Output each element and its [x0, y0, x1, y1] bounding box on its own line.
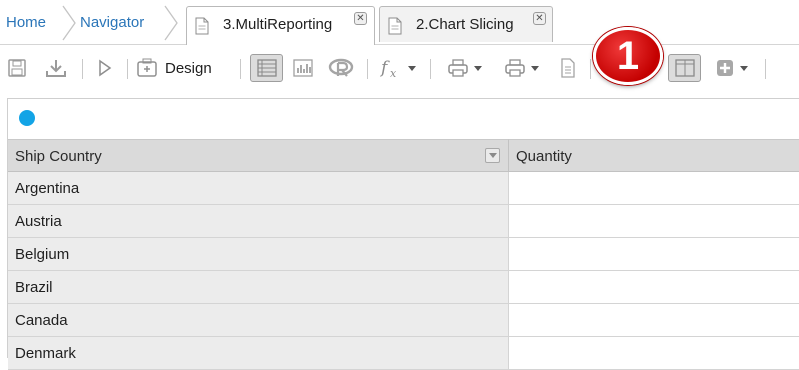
- chart-view-icon: [292, 58, 314, 78]
- print-icon: [447, 58, 469, 78]
- export-icon: [504, 58, 526, 78]
- column-header-ship-country[interactable]: Ship Country: [8, 139, 509, 172]
- chevron-down-icon: [530, 65, 539, 71]
- column-header-quantity[interactable]: Quantity: [509, 139, 799, 172]
- table-row[interactable]: Denmark: [8, 337, 799, 370]
- run-icon: [98, 59, 112, 77]
- chevron-down-icon: [739, 65, 748, 71]
- save-icon: [7, 58, 27, 78]
- annotation-badge: 1: [593, 27, 663, 85]
- design-button[interactable]: Design: [136, 54, 228, 82]
- report-grid: Ship Country Quantity Argentina Austria …: [7, 98, 799, 370]
- cell-text: Brazil: [15, 279, 53, 296]
- split-view-icon: [674, 58, 696, 78]
- design-icon: [136, 58, 158, 78]
- toolbar-divider: [430, 59, 431, 79]
- run-button[interactable]: [93, 54, 117, 82]
- ship-country-cell[interactable]: Canada: [8, 304, 509, 337]
- ship-country-cell[interactable]: Denmark: [8, 337, 509, 370]
- cell-text: Denmark: [15, 345, 76, 362]
- save-button[interactable]: [4, 54, 30, 82]
- ship-country-cell[interactable]: Brazil: [8, 271, 509, 304]
- quantity-cell[interactable]: [509, 337, 799, 370]
- ship-country-cell[interactable]: Argentina: [8, 172, 509, 205]
- quantity-cell[interactable]: [509, 238, 799, 271]
- cell-text: Canada: [15, 312, 68, 329]
- table-row[interactable]: Argentina: [8, 172, 799, 205]
- cell-text: Argentina: [15, 180, 80, 197]
- column-header-label: Quantity: [516, 148, 572, 165]
- design-label: Design: [165, 59, 212, 77]
- document-icon: [388, 17, 402, 38]
- column-header-label: Ship Country: [15, 148, 102, 165]
- cell-text: Belgium: [15, 246, 70, 263]
- add-button[interactable]: [708, 54, 754, 82]
- close-tab-icon[interactable]: ✕: [354, 12, 367, 25]
- document-icon: [560, 58, 576, 78]
- download-button[interactable]: [42, 54, 70, 82]
- cell-text: Austria: [15, 213, 62, 230]
- breadcrumb-home[interactable]: Home: [6, 14, 46, 31]
- tab-multireporting[interactable]: 3.MultiReporting ✕: [186, 6, 375, 45]
- filter-dropdown-icon[interactable]: [485, 148, 500, 163]
- document-icon: [195, 17, 209, 38]
- ship-country-cell[interactable]: Belgium: [8, 238, 509, 271]
- quantity-cell[interactable]: [509, 271, 799, 304]
- chart-view-button[interactable]: [289, 54, 317, 82]
- status-dot: [19, 110, 35, 126]
- toolbar-divider: [367, 59, 368, 79]
- svg-text:f: f: [379, 58, 390, 78]
- chevron-down-icon: [473, 65, 482, 71]
- toolbar-divider: [590, 59, 591, 79]
- export-button[interactable]: [498, 54, 544, 82]
- ship-country-cell[interactable]: Austria: [8, 205, 509, 238]
- download-icon: [45, 58, 67, 78]
- formula-button[interactable]: fx: [376, 54, 418, 82]
- quantity-cell[interactable]: [509, 172, 799, 205]
- quantity-cell[interactable]: [509, 205, 799, 238]
- grid-view-icon: [256, 58, 278, 78]
- table-row[interactable]: Belgium: [8, 238, 799, 271]
- tab-bar: Home Navigator 3.MultiReporting ✕ 2.Char…: [0, 0, 799, 45]
- quantity-cell[interactable]: [509, 304, 799, 337]
- r-icon: [328, 58, 354, 78]
- toolbar-divider: [765, 59, 766, 79]
- breadcrumb-separator-icon: [163, 4, 181, 42]
- svg-text:x: x: [390, 67, 397, 79]
- chevron-down-icon: [407, 65, 416, 71]
- table-row[interactable]: Brazil: [8, 271, 799, 304]
- toolbar-divider: [240, 59, 241, 79]
- tab-chart-slicing[interactable]: 2.Chart Slicing ✕: [379, 6, 553, 42]
- table-row[interactable]: Austria: [8, 205, 799, 238]
- table-row[interactable]: Canada: [8, 304, 799, 337]
- breadcrumb-separator-icon: [61, 4, 79, 42]
- split-view-button[interactable]: [668, 54, 701, 82]
- toolbar: Design fx: [0, 45, 799, 91]
- close-tab-icon[interactable]: ✕: [533, 12, 546, 25]
- toolbar-divider: [82, 59, 83, 79]
- document-button[interactable]: [556, 54, 580, 82]
- grid-view-button[interactable]: [250, 54, 283, 82]
- breadcrumb-navigator[interactable]: Navigator: [80, 14, 144, 31]
- formula-icon: fx: [379, 57, 403, 79]
- print-button[interactable]: [441, 54, 487, 82]
- r-script-button[interactable]: [326, 54, 356, 82]
- add-icon: [715, 58, 735, 78]
- tab-label: 3.MultiReporting: [223, 16, 333, 33]
- tab-label: 2.Chart Slicing: [416, 16, 514, 33]
- toolbar-divider: [127, 59, 128, 79]
